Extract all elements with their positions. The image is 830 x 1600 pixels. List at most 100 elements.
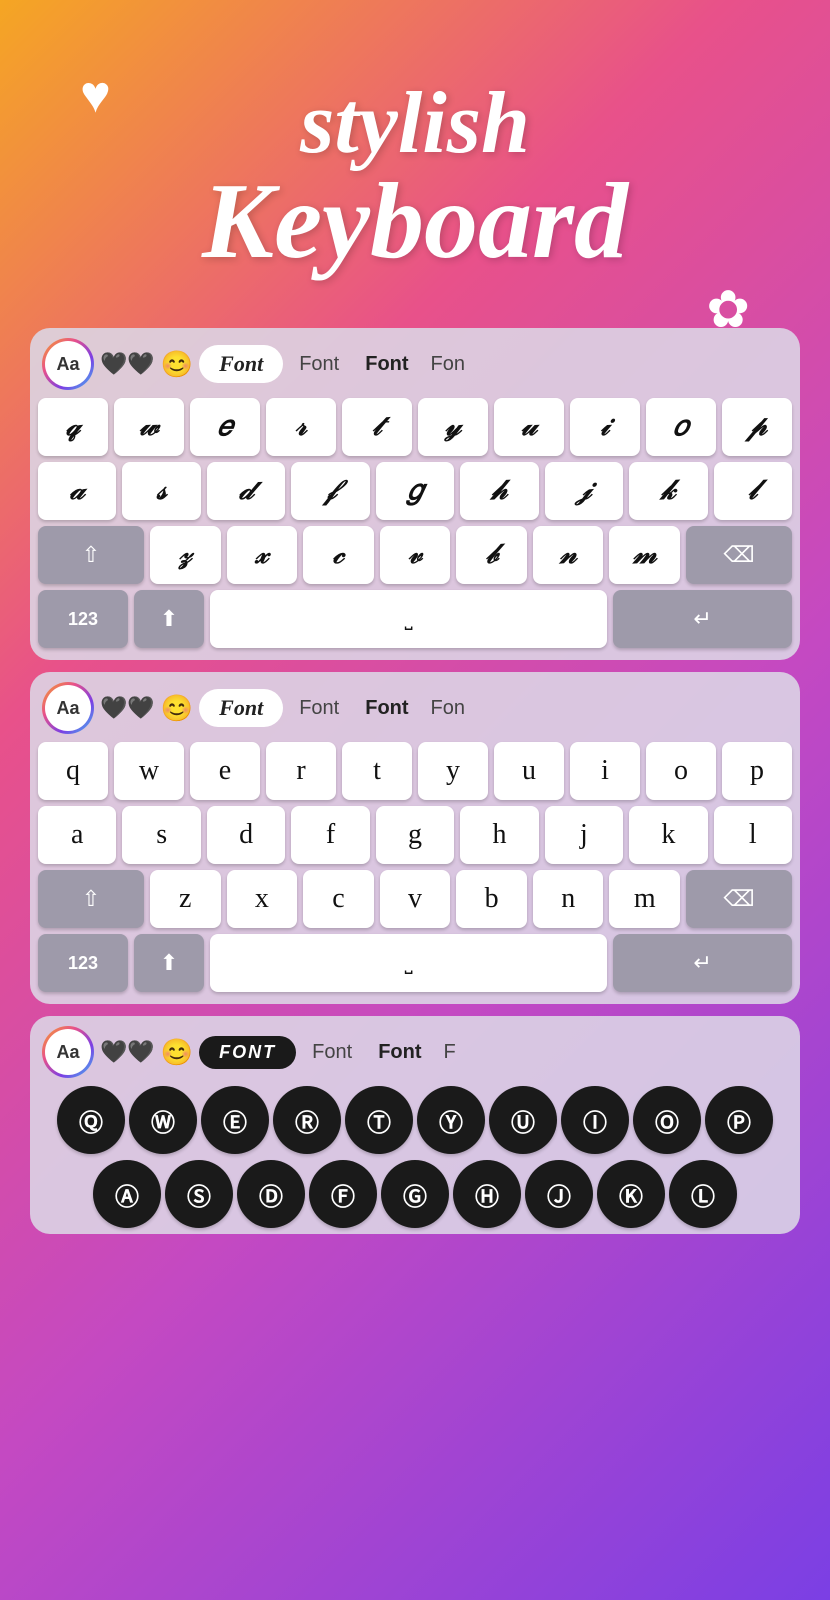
key2-k[interactable]: k	[629, 806, 707, 864]
key-h[interactable]: 𝒽	[460, 462, 538, 520]
keyboard2-row-1: q w e r t y u i o p	[38, 742, 792, 800]
key2-y[interactable]: y	[418, 742, 488, 800]
keyboard1-font-bold[interactable]: Font	[355, 347, 418, 382]
key-share[interactable]: ⬆	[134, 590, 204, 648]
key3-y[interactable]: Ⓨ	[417, 1086, 485, 1154]
key-z[interactable]: 𝓏	[150, 526, 221, 584]
key3-s[interactable]: Ⓢ	[165, 1160, 233, 1228]
key2-g[interactable]: g	[376, 806, 454, 864]
key2-p[interactable]: p	[722, 742, 792, 800]
keyboard2-font-bold[interactable]: Font	[355, 691, 418, 726]
key3-o[interactable]: Ⓞ	[633, 1086, 701, 1154]
key2-enter[interactable]: ↵	[613, 934, 792, 992]
key2-a[interactable]: a	[38, 806, 116, 864]
key-space[interactable]: ⎵	[210, 590, 607, 648]
key3-w[interactable]: Ⓦ	[129, 1086, 197, 1154]
keyboard3-font-normal[interactable]: Font	[302, 1035, 362, 1070]
key3-i[interactable]: Ⓘ	[561, 1086, 629, 1154]
key-u[interactable]: 𝓊	[494, 398, 564, 456]
key2-n[interactable]: n	[533, 870, 604, 928]
key-b[interactable]: 𝒷	[456, 526, 527, 584]
key3-f[interactable]: Ⓕ	[309, 1160, 377, 1228]
key2-o[interactable]: o	[646, 742, 716, 800]
key2-r[interactable]: r	[266, 742, 336, 800]
key2-z[interactable]: z	[150, 870, 221, 928]
keyboard3-font-active[interactable]: FONT	[199, 1036, 296, 1069]
key2-i[interactable]: i	[570, 742, 640, 800]
keyboard2-font-normal[interactable]: Font	[289, 691, 349, 726]
key-q[interactable]: 𝓆	[38, 398, 108, 456]
key-o[interactable]: 𝑜	[646, 398, 716, 456]
key-c[interactable]: 𝒸	[303, 526, 374, 584]
key3-r[interactable]: Ⓡ	[273, 1086, 341, 1154]
key-l[interactable]: 𝓁	[714, 462, 792, 520]
key-k[interactable]: 𝓀	[629, 462, 707, 520]
key2-s[interactable]: s	[122, 806, 200, 864]
keyboard3-aa-button[interactable]: Aa	[42, 1026, 94, 1078]
key-y[interactable]: 𝓎	[418, 398, 488, 456]
key3-e[interactable]: Ⓔ	[201, 1086, 269, 1154]
keyboard2-aa-button[interactable]: Aa	[42, 682, 94, 734]
key-123[interactable]: 123	[38, 590, 128, 648]
keyboard1-font-partial[interactable]: Fon	[425, 347, 471, 382]
key-shift[interactable]: ⇧	[38, 526, 144, 584]
key-enter[interactable]: ↵	[613, 590, 792, 648]
key2-share[interactable]: ⬆	[134, 934, 204, 992]
key-r[interactable]: 𝓇	[266, 398, 336, 456]
key-t[interactable]: 𝓉	[342, 398, 412, 456]
key3-j[interactable]: Ⓙ	[525, 1160, 593, 1228]
key2-f[interactable]: f	[291, 806, 369, 864]
key3-d[interactable]: Ⓓ	[237, 1160, 305, 1228]
key2-t[interactable]: t	[342, 742, 412, 800]
key3-g[interactable]: Ⓖ	[381, 1160, 449, 1228]
key-s[interactable]: 𝓈	[122, 462, 200, 520]
key-w[interactable]: 𝓌	[114, 398, 184, 456]
key-a[interactable]: 𝒶	[38, 462, 116, 520]
key-d[interactable]: 𝒹	[207, 462, 285, 520]
key2-shift[interactable]: ⇧	[38, 870, 144, 928]
key2-l[interactable]: l	[714, 806, 792, 864]
keyboard2-font-partial[interactable]: Fon	[425, 691, 471, 726]
keyboard2-font-active[interactable]: Font	[199, 689, 283, 727]
key-f[interactable]: 𝒻	[291, 462, 369, 520]
key2-c[interactable]: c	[303, 870, 374, 928]
keyboard1-font-active[interactable]: Font	[199, 345, 283, 383]
key-n[interactable]: 𝓃	[533, 526, 604, 584]
keyboard1-aa-button[interactable]: Aa	[42, 338, 94, 390]
key3-q[interactable]: Ⓠ	[57, 1086, 125, 1154]
key3-a[interactable]: Ⓐ	[93, 1160, 161, 1228]
key2-backspace[interactable]: ⌫	[686, 870, 792, 928]
key-i[interactable]: 𝒾	[570, 398, 640, 456]
key-x[interactable]: 𝓍	[227, 526, 298, 584]
key2-x[interactable]: x	[227, 870, 298, 928]
keyboard3-font-partial[interactable]: F	[438, 1035, 462, 1070]
key-v[interactable]: 𝓋	[380, 526, 451, 584]
keyboard3-font-bold[interactable]: Font	[368, 1035, 431, 1070]
key2-123[interactable]: 123	[38, 934, 128, 992]
key3-k[interactable]: Ⓚ	[597, 1160, 665, 1228]
keyboard3-hearts-icon: 🖤🖤	[100, 1039, 155, 1065]
key2-h[interactable]: h	[460, 806, 538, 864]
key-e[interactable]: 𝑒	[190, 398, 260, 456]
key2-j[interactable]: j	[545, 806, 623, 864]
key-g[interactable]: 𝑔	[376, 462, 454, 520]
key3-l[interactable]: Ⓛ	[669, 1160, 737, 1228]
key2-u[interactable]: u	[494, 742, 564, 800]
key-p[interactable]: 𝓅	[722, 398, 792, 456]
keyboard1-font-normal[interactable]: Font	[289, 347, 349, 382]
key-m[interactable]: 𝓂	[609, 526, 680, 584]
key2-w[interactable]: w	[114, 742, 184, 800]
key2-d[interactable]: d	[207, 806, 285, 864]
key2-q[interactable]: q	[38, 742, 108, 800]
key2-m[interactable]: m	[609, 870, 680, 928]
key-backspace[interactable]: ⌫	[686, 526, 792, 584]
key2-space[interactable]: ⎵	[210, 934, 607, 992]
key2-b[interactable]: b	[456, 870, 527, 928]
key-j[interactable]: 𝒿	[545, 462, 623, 520]
key3-p[interactable]: Ⓟ	[705, 1086, 773, 1154]
key3-u[interactable]: Ⓤ	[489, 1086, 557, 1154]
key3-h[interactable]: Ⓗ	[453, 1160, 521, 1228]
key3-t[interactable]: Ⓣ	[345, 1086, 413, 1154]
key2-v[interactable]: v	[380, 870, 451, 928]
key2-e[interactable]: e	[190, 742, 260, 800]
